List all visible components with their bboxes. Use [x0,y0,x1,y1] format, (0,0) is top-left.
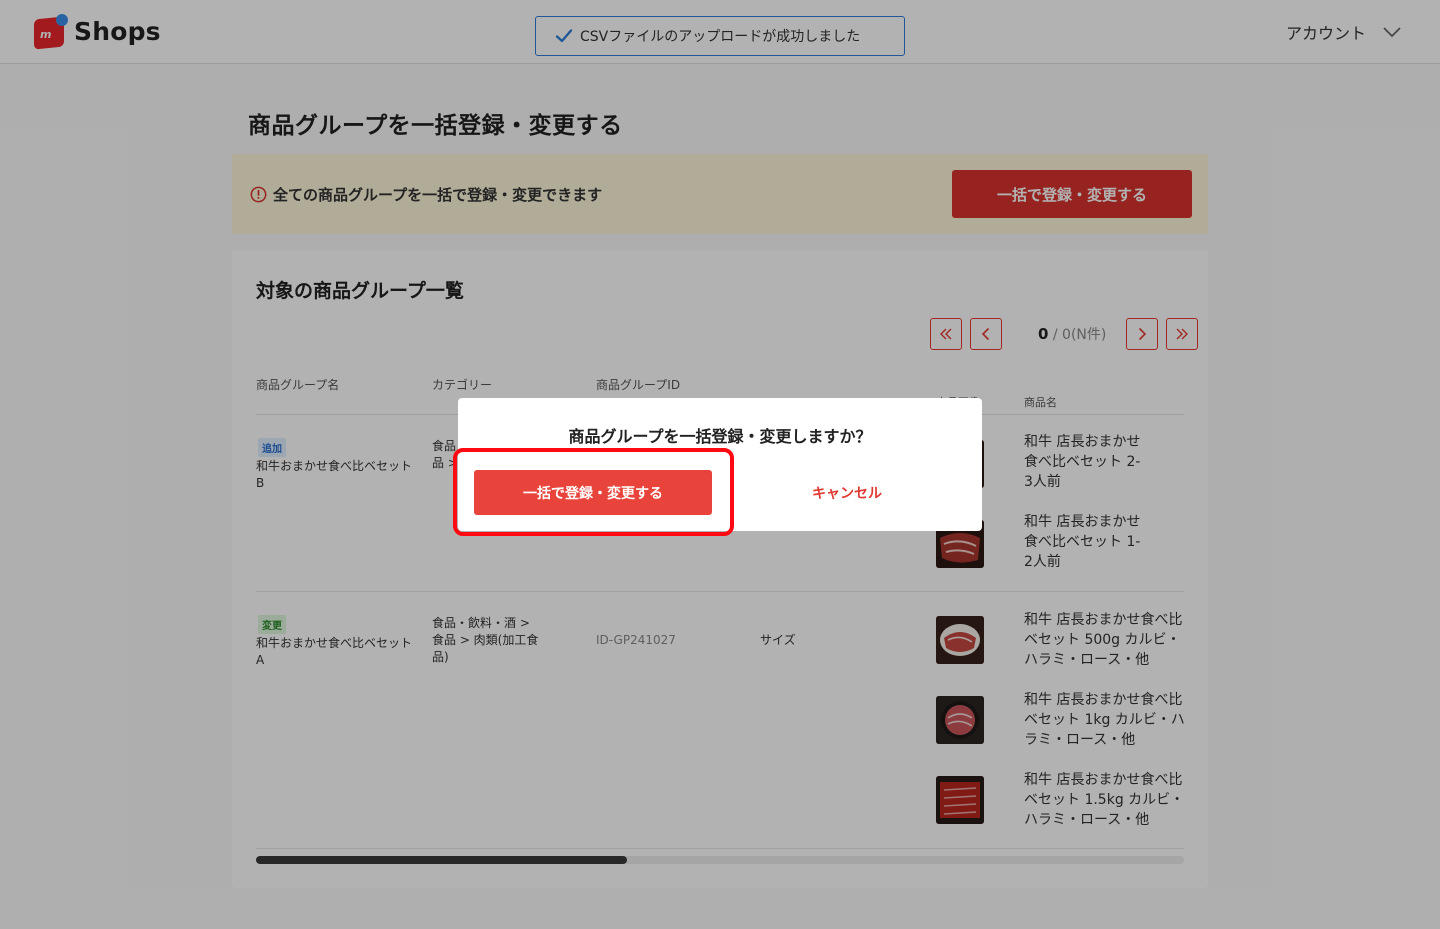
cancel-button[interactable]: キャンセル [728,470,966,515]
highlight-annotation-frame [453,448,734,536]
dialog-title: 商品グループを一括登録・変更しますか？ [568,427,872,446]
